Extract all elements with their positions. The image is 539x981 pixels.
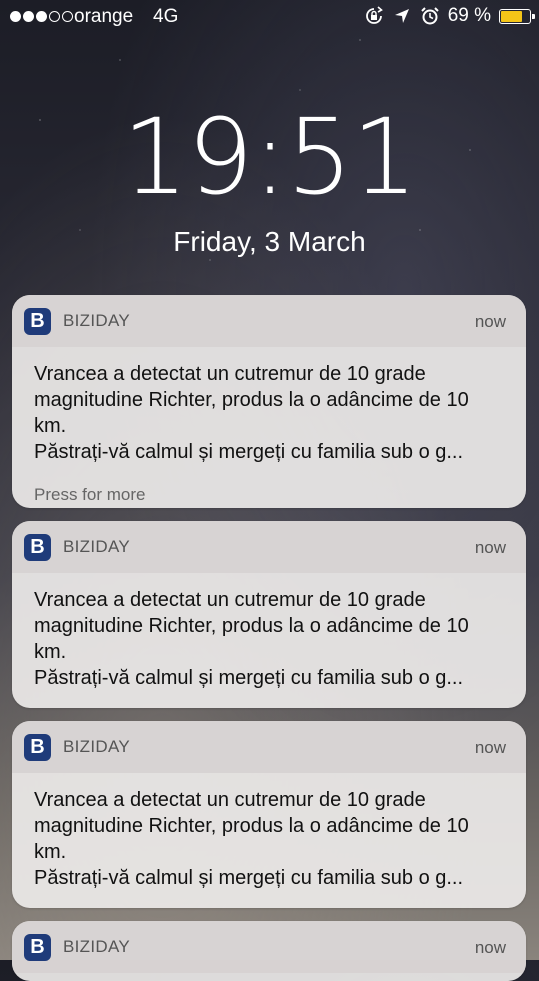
notification-message: Vrancea a detectat un cutremur de 10 gra… <box>34 789 469 863</box>
notification-message: Vrancea a detectat un cutremur de 10 gra… <box>34 589 469 663</box>
notification-header: B BIZIDAY now <box>12 921 526 973</box>
notification-message-continued: Păstrați-vă calmul și mergeți cu familia… <box>34 441 464 463</box>
notification-header: B BIZIDAY now <box>12 295 526 347</box>
battery-icon <box>499 8 535 24</box>
lock-screen-clock: 19:51 <box>122 96 418 218</box>
battery-percentage: 69 % <box>447 5 491 26</box>
notification-app-name: BIZIDAY <box>63 937 130 956</box>
biziday-app-icon: B <box>24 934 51 961</box>
rotation-lock-icon <box>365 6 383 24</box>
notification-time: now <box>474 938 506 957</box>
notification-message: Vrancea a detectat un cutremur de 10 gra… <box>34 363 469 437</box>
notification-time: now <box>474 738 506 757</box>
lock-screen-date: Friday, 3 March <box>173 226 366 257</box>
notification-time: now <box>474 538 506 557</box>
notification-app-name: BIZIDAY <box>63 537 130 556</box>
biziday-app-icon: B <box>24 734 51 761</box>
notification-card[interactable]: B BIZIDAY now Vrancea a detectat un cutr… <box>12 295 526 508</box>
press-for-more-hint: Press for more <box>34 485 146 504</box>
notification-card[interactable]: B BIZIDAY now Vrancea a detectat un cutr… <box>12 721 526 908</box>
notification-time: now <box>474 312 506 331</box>
signal-strength-icon <box>10 11 73 22</box>
notification-body: Vrancea a detectat un cutremur de 10 gra… <box>12 773 526 891</box>
notification-message-continued: Păstrați-vă calmul și mergeți cu familia… <box>34 667 464 689</box>
notification-card[interactable]: B BIZIDAY now <box>12 921 526 981</box>
status-bar: orange 4G 69 % <box>0 0 539 36</box>
notification-message-continued: Păstrați-vă calmul și mergeți cu familia… <box>34 867 464 889</box>
notification-body: Vrancea a detectat un cutremur de 10 gra… <box>12 573 526 691</box>
notification-body: Vrancea a detectat un cutremur de 10 gra… <box>12 347 526 465</box>
biziday-app-icon: B <box>24 534 51 561</box>
notification-header: B BIZIDAY now <box>12 521 526 573</box>
location-arrow-icon <box>394 9 409 23</box>
biziday-app-icon: B <box>24 308 51 335</box>
notification-app-name: BIZIDAY <box>63 311 130 330</box>
carrier-name: orange <box>74 6 134 27</box>
notification-app-name: BIZIDAY <box>63 737 130 756</box>
notification-card[interactable]: B BIZIDAY now Vrancea a detectat un cutr… <box>12 521 526 708</box>
network-type: 4G <box>153 6 179 27</box>
notification-header: B BIZIDAY now <box>12 721 526 773</box>
alarm-clock-icon <box>420 7 439 25</box>
